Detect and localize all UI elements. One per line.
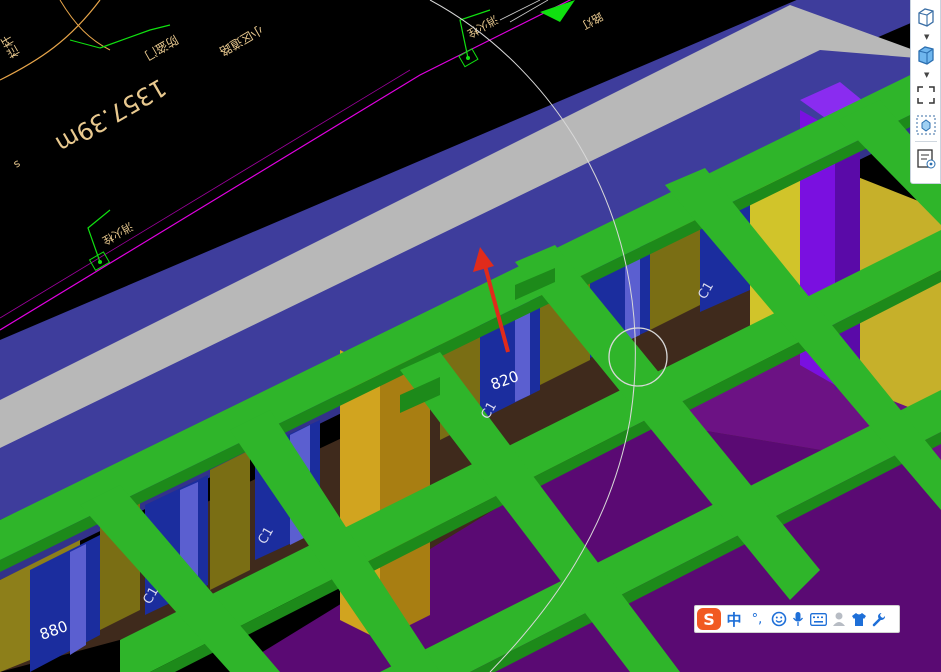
- emoji-icon[interactable]: [771, 608, 787, 630]
- marker-dot-2: [466, 56, 470, 60]
- view-toolbar: ▼ ▼: [910, 0, 941, 184]
- wall-panel-3: [210, 450, 250, 590]
- chevron-down-icon[interactable]: ▼: [924, 34, 929, 41]
- 3d-box-blue-icon[interactable]: [915, 44, 937, 66]
- ime-language-toggle[interactable]: 中: [725, 608, 743, 630]
- 3d-model-viewport[interactable]: 1357.39m s 栏杆 防盗门 小区道路 消火栓 消火栓 路灯 C1 C1 …: [0, 0, 941, 672]
- fit-view-icon[interactable]: [915, 84, 937, 106]
- chevron-down-icon-2[interactable]: ▼: [924, 72, 929, 79]
- 3d-box-icon[interactable]: [915, 6, 937, 28]
- marker-dot: [98, 260, 102, 264]
- skin-icon[interactable]: [851, 608, 867, 630]
- ime-toolbar: S 中 °,: [694, 605, 900, 633]
- ime-logo[interactable]: S: [697, 608, 721, 630]
- microphone-icon[interactable]: [791, 608, 805, 630]
- user-icon[interactable]: [831, 608, 847, 630]
- view-settings-icon[interactable]: [915, 148, 937, 170]
- toolbar-divider: [915, 141, 937, 142]
- keyboard-icon[interactable]: [809, 608, 827, 630]
- orbit-view-icon[interactable]: [915, 114, 937, 136]
- ime-punctuation-toggle[interactable]: °,: [747, 608, 767, 630]
- tools-icon[interactable]: [871, 608, 887, 630]
